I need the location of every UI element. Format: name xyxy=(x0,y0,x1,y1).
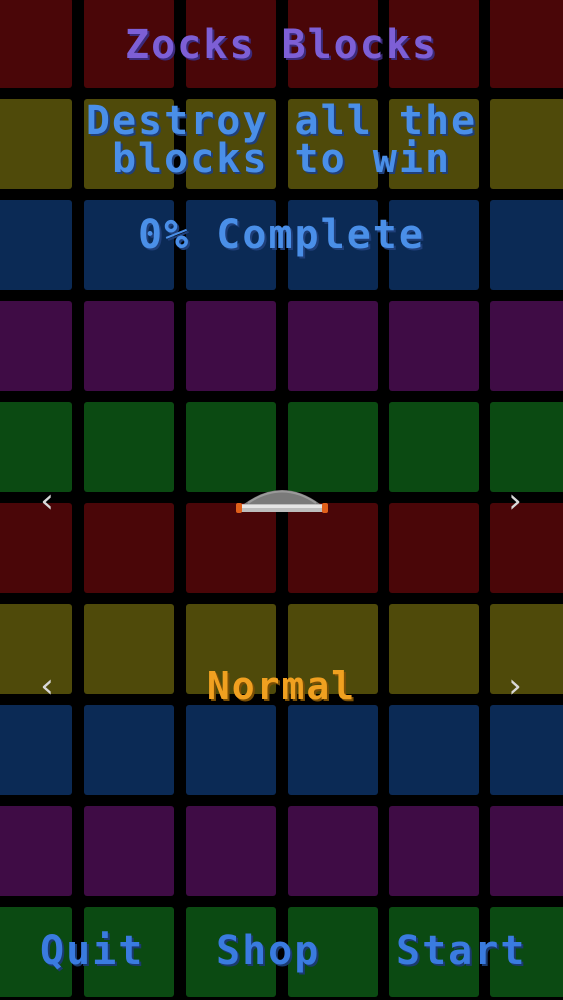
instructions-text: Destroy all the blocks to win xyxy=(85,98,478,182)
start-button[interactable]: Start xyxy=(396,928,526,974)
chevron-right-icon: › xyxy=(508,666,522,706)
shop-button[interactable]: Shop xyxy=(216,928,320,974)
quit-button[interactable]: Quit xyxy=(40,928,144,974)
chevron-right-icon: › xyxy=(508,481,522,521)
paddle-next-button[interactable]: › xyxy=(500,481,530,521)
paddle-icon xyxy=(236,490,328,513)
paddle-prev-button[interactable]: ‹ xyxy=(32,481,62,521)
game-title: Zocks Blocks xyxy=(125,22,438,68)
progress-text: 0% Complete xyxy=(138,212,425,258)
difficulty-label: Normal xyxy=(206,664,357,708)
chevron-left-icon: ‹ xyxy=(40,481,54,521)
difficulty-next-button[interactable]: › xyxy=(500,666,530,706)
start-menu: Zocks Blocks Destroy all the blocks to w… xyxy=(0,0,563,1000)
